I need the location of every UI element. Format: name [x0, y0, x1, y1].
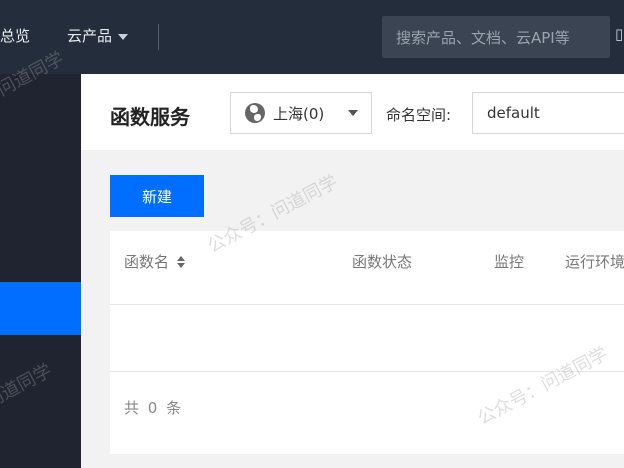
caret-down-icon	[118, 33, 129, 40]
nav-divider	[158, 24, 159, 50]
total-count: 共 0 条	[124, 399, 184, 417]
globe-icon	[245, 103, 265, 123]
column-monitor: 监控	[494, 253, 525, 271]
top-navigation-bar: 总览 云产品 搜索产品、文档、云API等 ▯	[0, 0, 624, 74]
table-empty-body	[110, 305, 624, 372]
column-function-status: 函数状态	[352, 253, 413, 271]
caret-down-icon	[348, 110, 359, 116]
nav-products-menu[interactable]: 云产品	[67, 25, 129, 46]
namespace-label: 命名空间:	[386, 106, 452, 124]
grid-icon[interactable]: ▯	[615, 25, 624, 47]
column-label: 函数名	[124, 253, 170, 271]
nav-overview-link[interactable]: 总览	[0, 25, 30, 46]
nav-products-label: 云产品	[67, 27, 113, 45]
function-table: 函数名 函数状态 监控 运行环境 共 0 条	[110, 231, 624, 454]
create-button[interactable]: 新建	[110, 175, 204, 217]
table-header: 函数名 函数状态 监控 运行环境	[110, 231, 624, 305]
column-runtime: 运行环境	[565, 253, 624, 271]
region-value: 上海(0)	[273, 104, 325, 123]
main-content: 函数服务 上海(0) 命名空间: default 新建 函数名 函数状态 监控 …	[81, 74, 624, 468]
search-placeholder: 搜索产品、文档、云API等	[396, 28, 570, 47]
page-title: 函数服务	[110, 105, 190, 129]
global-search-input[interactable]: 搜索产品、文档、云API等	[382, 16, 610, 58]
sidebar	[0, 74, 81, 468]
region-select[interactable]: 上海(0)	[230, 92, 372, 134]
column-function-name[interactable]: 函数名	[124, 251, 186, 272]
sort-icon[interactable]	[177, 255, 186, 268]
sidebar-item-active[interactable]	[0, 282, 81, 335]
page-header: 函数服务 上海(0) 命名空间: default	[81, 74, 624, 150]
namespace-select[interactable]: default	[472, 92, 624, 134]
